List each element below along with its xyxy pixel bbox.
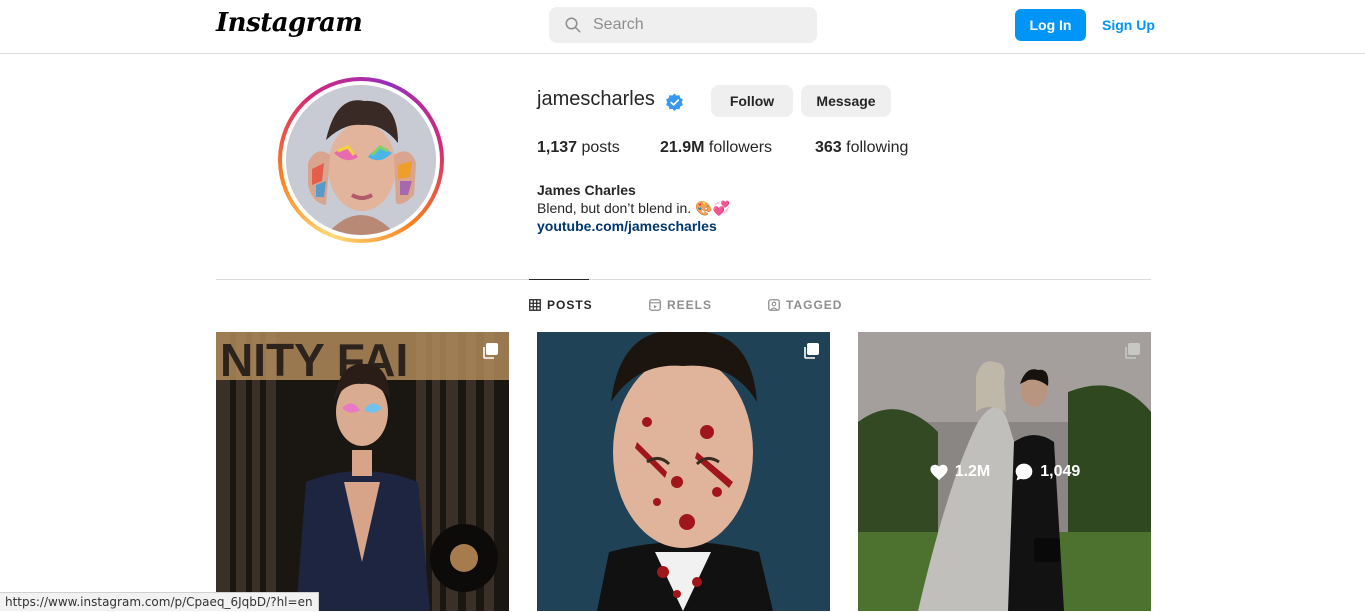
followers-label: followers — [708, 139, 773, 156]
carousel-icon — [483, 343, 498, 359]
tab-reels[interactable]: REELS — [649, 298, 712, 312]
post-thumbnail[interactable] — [537, 332, 830, 611]
post-image — [537, 332, 830, 611]
tab-tagged[interactable]: TAGGED — [768, 298, 842, 312]
posts-stat: 1,137 posts — [537, 139, 620, 157]
profile-username: jamescharles — [537, 88, 655, 110]
verified-badge-icon — [666, 93, 683, 112]
follow-button[interactable]: Follow — [711, 85, 793, 117]
tab-tagged-label: TAGGED — [786, 298, 843, 312]
search-input[interactable] — [593, 7, 803, 43]
tab-posts-label: POSTS — [547, 298, 593, 312]
instagram-logo[interactable]: Instagram — [216, 8, 363, 38]
tagged-icon — [768, 299, 780, 311]
post-hover-overlay: 1.2M 1,049 — [858, 332, 1151, 611]
signup-link[interactable]: Sign Up — [1098, 9, 1159, 41]
heart-icon — [930, 464, 948, 480]
grid-icon — [529, 299, 541, 311]
following-stat[interactable]: 363 following — [815, 139, 908, 157]
posts-label: posts — [581, 139, 620, 156]
following-count: 363 — [815, 139, 842, 156]
likes-stat: 1.2M — [929, 462, 991, 481]
avatar-image — [286, 85, 436, 235]
followers-count: 21.9M — [660, 139, 705, 156]
message-button[interactable]: Message — [801, 85, 891, 117]
post-thumbnail[interactable]: NITY FAI — [216, 332, 509, 611]
comments-stat: 1,049 — [1014, 462, 1080, 482]
comment-icon — [1015, 463, 1033, 480]
reels-icon — [649, 299, 661, 311]
story-ring[interactable] — [278, 77, 444, 243]
profile-full-name: James Charles — [537, 182, 636, 198]
profile-website-link[interactable]: youtube.com/jamescharles — [537, 218, 717, 234]
post-image: NITY FAI — [216, 332, 509, 611]
search-icon — [565, 17, 581, 33]
likes-count: 1.2M — [954, 462, 991, 480]
login-button[interactable]: Log In — [1015, 9, 1086, 41]
profile-bio: Blend, but don’t blend in. 🎨💞 — [537, 200, 730, 216]
active-tab-indicator — [529, 279, 589, 280]
avatar[interactable] — [286, 85, 436, 235]
comments-count: 1,049 — [1040, 462, 1081, 480]
posts-count: 1,137 — [537, 139, 578, 156]
search-box[interactable] — [549, 7, 817, 43]
browser-status-url: https://www.instagram.com/p/Cpaeq_6JqbD/… — [0, 592, 319, 611]
post-thumbnail-hovered[interactable]: 1.2M 1,049 — [858, 332, 1151, 611]
tab-posts[interactable]: POSTS — [529, 298, 593, 312]
tabs-divider — [216, 279, 1151, 280]
carousel-icon — [804, 343, 819, 359]
following-label: following — [846, 139, 909, 156]
followers-stat[interactable]: 21.9M followers — [660, 139, 772, 157]
tab-reels-label: REELS — [667, 298, 713, 312]
top-navigation: Instagram Log In Sign Up — [0, 0, 1365, 54]
